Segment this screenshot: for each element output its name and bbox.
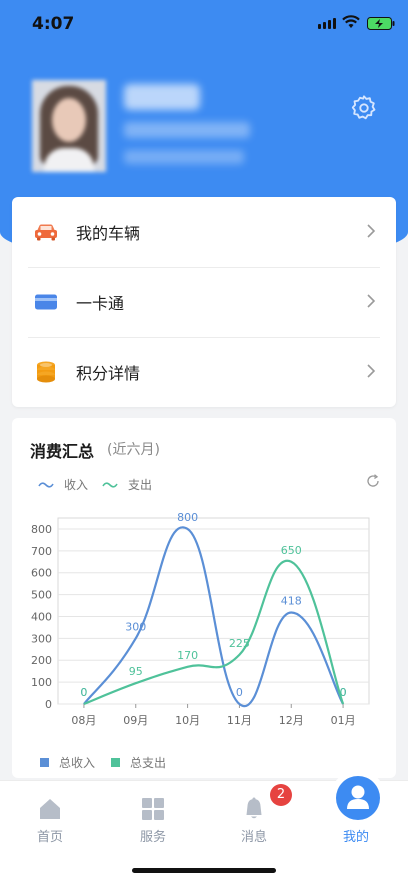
- grid-icon: [142, 798, 164, 820]
- home-icon: [40, 799, 60, 819]
- tab-label: 服务: [139, 830, 166, 845]
- y-tick-label: 100: [31, 676, 52, 689]
- status-time: 4:07: [32, 14, 75, 34]
- chart-title: 消费汇总: [30, 442, 95, 461]
- data-label: 0: [236, 686, 243, 699]
- data-label: 300: [125, 620, 146, 633]
- data-label: 800: [177, 511, 198, 524]
- y-tick-label: 300: [31, 632, 52, 645]
- tab-home[interactable]: 首页: [10, 781, 90, 851]
- avatar[interactable]: [32, 80, 106, 172]
- legend-total-expense[interactable]: 总支出: [111, 754, 166, 771]
- legend-label: 总支出: [130, 756, 167, 770]
- user-icon: [347, 785, 369, 809]
- data-label: 225: [229, 637, 250, 650]
- home-indicator: [132, 868, 276, 873]
- data-label: 418: [281, 595, 302, 608]
- card-icon: [34, 290, 58, 314]
- menu-card: 我的车辆 一卡通 积分详情: [12, 197, 396, 407]
- settings-gear-icon[interactable]: [350, 94, 378, 122]
- y-tick-label: 700: [31, 545, 52, 558]
- chevron-right-icon: [367, 294, 376, 308]
- battery-charging-icon: [367, 17, 395, 30]
- menu-item-label: 我的车辆: [76, 224, 141, 243]
- chevron-right-icon: [367, 364, 376, 378]
- line-chart: 0 100 200 300 400 500 600 700 800 08月 09月 10月 11月 12月…: [31, 511, 370, 727]
- legend-label: 支出: [128, 478, 153, 492]
- tab-mine-bubble[interactable]: [336, 776, 380, 820]
- data-label: 650: [281, 544, 302, 557]
- tab-label: 首页: [36, 830, 63, 845]
- x-tick-label: 08月: [71, 714, 96, 727]
- menu-item-label: 一卡通: [76, 294, 125, 313]
- data-label: 170: [177, 649, 198, 662]
- bell-icon: [246, 797, 262, 819]
- menu-item-my-vehicle[interactable]: 我的车辆: [12, 197, 396, 267]
- car-icon: [34, 220, 58, 244]
- chevron-right-icon: [367, 224, 376, 238]
- chart-legend-top: 收入 支出: [38, 476, 152, 493]
- consumption-summary-card: 消费汇总 (近六月) 收入 支出 0 100 200 300 400 500 600 700 8…: [12, 418, 396, 778]
- message-count-badge: 2: [270, 784, 292, 806]
- y-tick-label: 0: [45, 698, 52, 711]
- x-tick-label: 09月: [123, 714, 148, 727]
- x-tick-label: 12月: [279, 714, 304, 727]
- y-tick-label: 800: [31, 523, 52, 536]
- data-label: 95: [129, 665, 143, 678]
- user-info-redacted: [124, 122, 250, 138]
- legend-total-income[interactable]: 总收入: [40, 754, 95, 771]
- coins-icon: [34, 360, 58, 384]
- tab-label: 消息: [240, 830, 267, 845]
- x-tick-label: 01月: [331, 714, 356, 727]
- x-tick-label: 11月: [227, 714, 252, 727]
- cellular-signal-icon: [318, 18, 336, 29]
- legend-label: 收入: [64, 478, 89, 492]
- menu-item-one-card[interactable]: 一卡通: [12, 267, 396, 337]
- status-bar: 4:07: [0, 0, 408, 48]
- data-label: 0: [80, 686, 87, 699]
- user-name-redacted: [124, 84, 200, 110]
- legend-income[interactable]: 收入: [38, 476, 88, 493]
- wave-icon: [102, 481, 118, 488]
- y-tick-label: 600: [31, 567, 52, 580]
- legend-expense[interactable]: 支出: [102, 476, 152, 493]
- tab-services[interactable]: 服务: [113, 781, 193, 851]
- chart-legend-bottom: 总收入 总支出: [40, 754, 166, 771]
- menu-item-points-detail[interactable]: 积分详情: [12, 337, 396, 407]
- data-label: 0: [340, 686, 347, 699]
- menu-item-label: 积分详情: [76, 364, 141, 383]
- refresh-icon[interactable]: [366, 474, 380, 488]
- tab-label: 我的: [342, 830, 369, 845]
- wifi-icon: [342, 15, 360, 28]
- y-tick-label: 400: [31, 610, 52, 623]
- wave-icon: [38, 481, 54, 488]
- y-tick-label: 200: [31, 654, 52, 667]
- legend-label: 总收入: [59, 756, 96, 770]
- user-detail-redacted: [124, 150, 244, 164]
- y-tick-label: 500: [31, 589, 52, 602]
- x-tick-label: 10月: [175, 714, 200, 727]
- chart-subtitle: (近六月): [107, 442, 160, 458]
